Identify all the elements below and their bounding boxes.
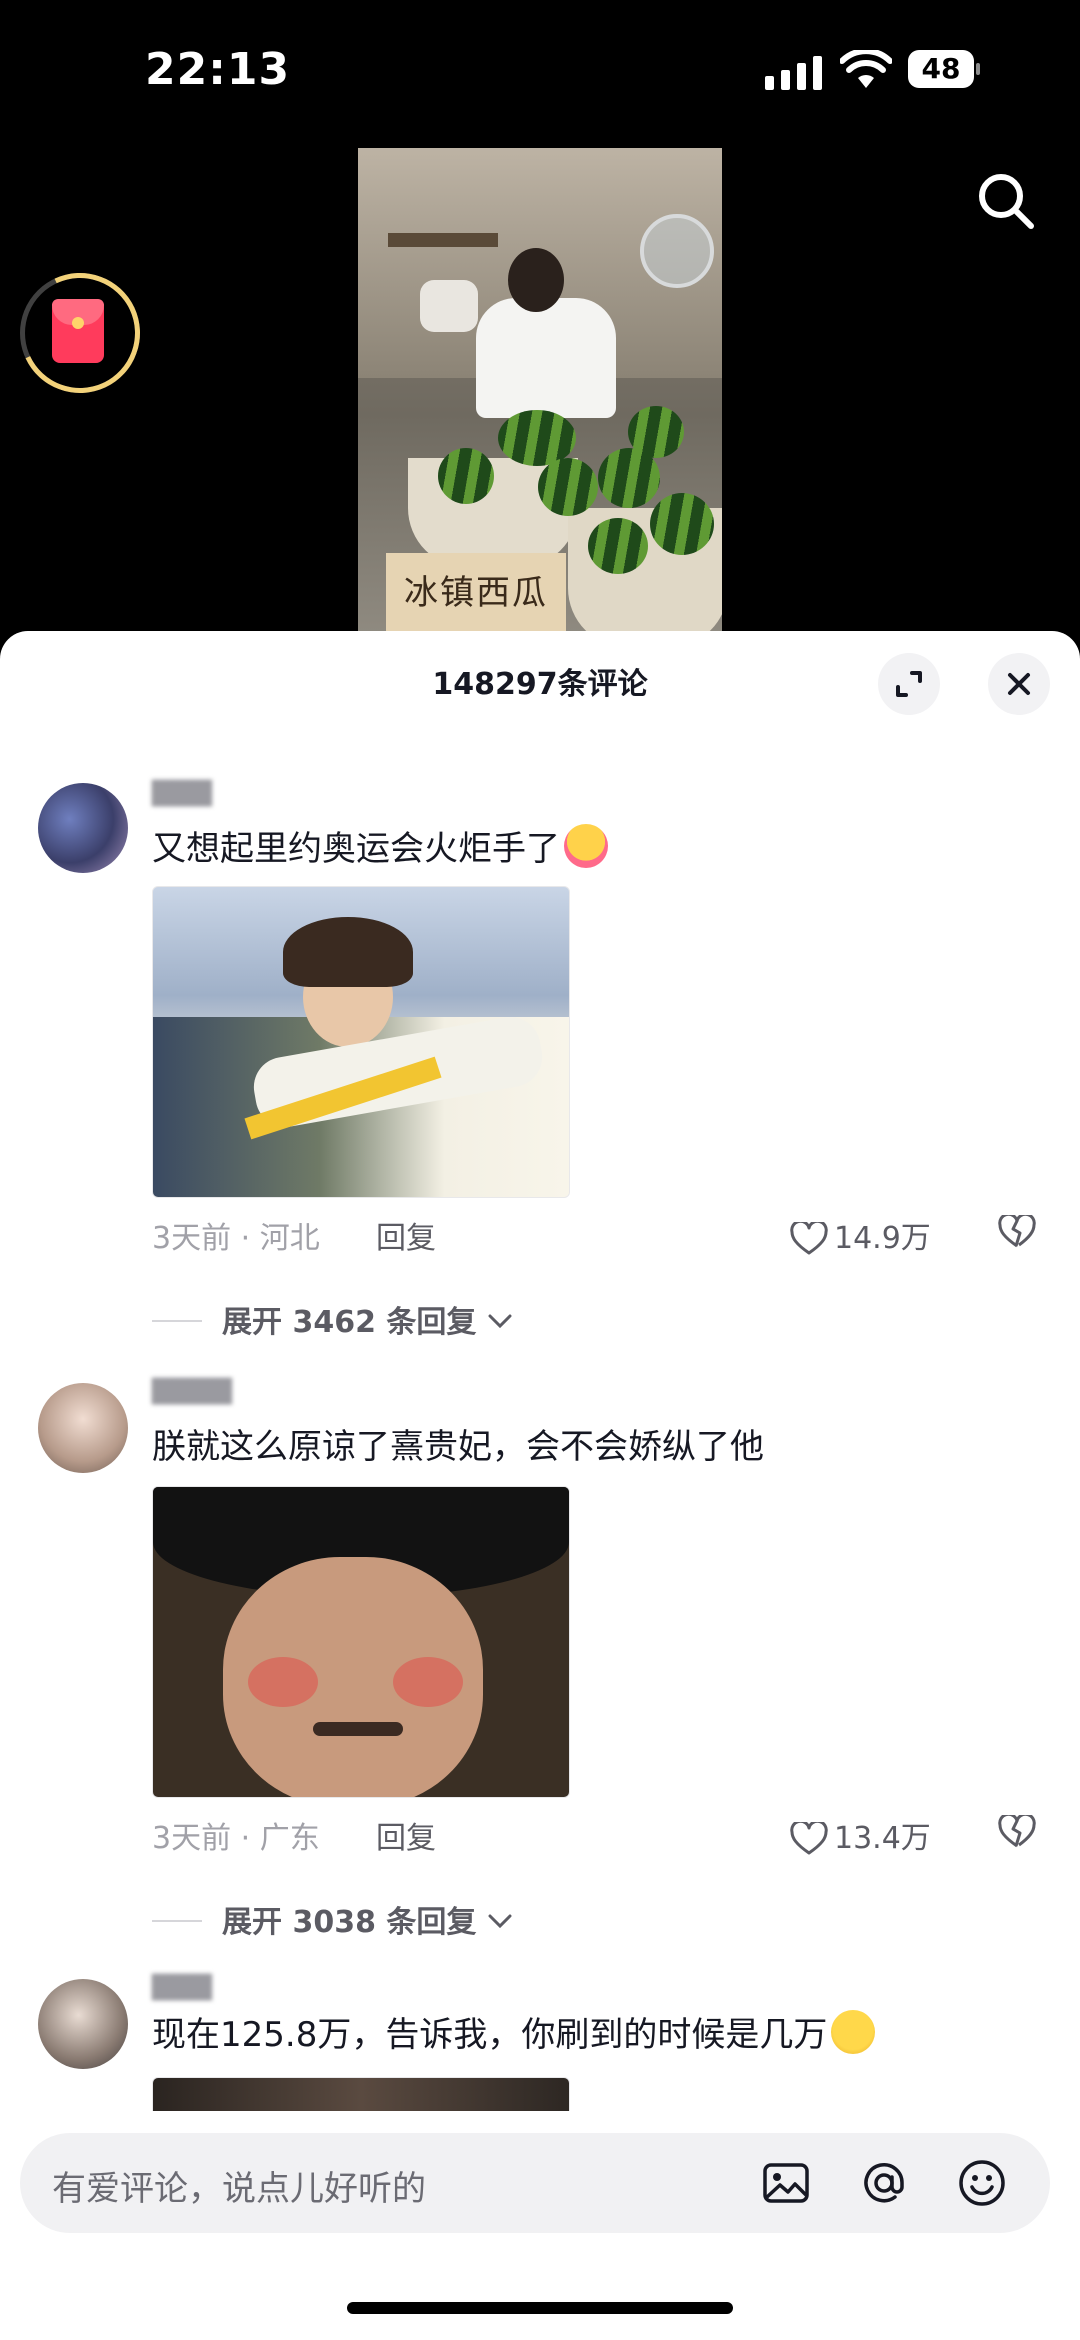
comment-image[interactable] <box>152 886 570 1198</box>
comment-text: 现在125.8万，告诉我，你刷到的时候是几万 <box>152 2007 876 2056</box>
expand-icon <box>896 671 922 697</box>
comment-input[interactable]: 有爱评论，说点儿好听的 <box>20 2133 1050 2233</box>
username-blurred[interactable]: ▇▇▇ <box>152 777 212 807</box>
expand-sheet-button[interactable] <box>878 653 940 715</box>
comment-image[interactable] <box>152 1486 570 1798</box>
rice-cooker-icon <box>420 280 478 332</box>
comment-text: 又想起里约奥运会火炬手了 <box>152 821 608 870</box>
chevron-down-icon <box>488 1314 512 1329</box>
avatar[interactable] <box>38 1979 128 2069</box>
expand-replies-button[interactable]: 展开 3462 条回复 <box>152 1297 513 1341</box>
cellular-signal-icon <box>765 56 823 90</box>
like-button[interactable]: 14.9万 <box>790 1213 931 1257</box>
comment-sheet: 148297条评论 ▇▇▇ 又想起里约奥运会火炬手了 3天前 · 河北 回复 1… <box>0 631 1080 2340</box>
close-icon <box>1008 673 1030 695</box>
status-bar: 22:13 48 <box>0 0 1080 140</box>
comment-meta: 3天前 · 广东 <box>152 1821 320 1856</box>
hugging-emoji-icon <box>564 824 608 868</box>
fan-icon <box>640 214 714 288</box>
comment-input-placeholder: 有爱评论，说点儿好听的 <box>52 2169 426 2209</box>
home-indicator[interactable] <box>347 2302 733 2314</box>
red-packet-button[interactable] <box>3 256 157 410</box>
like-count: 13.4万 <box>834 1821 931 1856</box>
comment-text-content: 又想起里约奥运会火炬手了 <box>152 829 560 869</box>
comment-text: 朕就这么原谅了熹贵妃，会不会娇纵了他 <box>152 1427 764 1467</box>
image-icon[interactable] <box>760 2157 812 2209</box>
close-sheet-button[interactable] <box>988 653 1050 715</box>
video-sign-text: 冰镇西瓜 <box>386 553 566 633</box>
username-blurred[interactable]: ▇▇▇▇ <box>152 1375 232 1405</box>
like-count: 14.9万 <box>834 1221 931 1256</box>
avatar[interactable] <box>38 783 128 873</box>
like-button[interactable]: 13.4万 <box>790 1813 931 1857</box>
expand-replies-label: 展开 3038 条回复 <box>222 1905 477 1940</box>
battery-level: 48 <box>908 50 974 88</box>
red-envelope-icon <box>52 299 104 363</box>
status-time: 22:13 <box>145 44 291 95</box>
heart-icon <box>790 1219 828 1255</box>
comment-item: ▇▇▇ 又想起里约奥运会火炬手了 3天前 · 河北 回复 14.9万 <box>0 777 1080 1256</box>
reply-button[interactable]: 回复 <box>376 1213 436 1257</box>
emoji-icon[interactable] <box>956 2157 1008 2209</box>
search-icon[interactable] <box>975 170 1037 232</box>
battery-icon: 48 <box>908 50 980 90</box>
comment-text-content: 现在125.8万，告诉我，你刷到的时候是几万 <box>152 2015 828 2055</box>
reply-button[interactable]: 回复 <box>376 1813 436 1857</box>
expand-replies-button[interactable]: 展开 3038 条回复 <box>152 1897 513 1941</box>
video-thumbnail[interactable]: 冰镇西瓜 <box>358 148 722 633</box>
grinning-emoji-icon <box>831 2010 876 2054</box>
comment-item: ▇▇▇▇ 朕就这么原谅了熹贵妃，会不会娇纵了他 3天前 · 广东 回复 13.4… <box>0 1375 1080 1856</box>
dislike-broken-heart-icon[interactable] <box>998 1215 1036 1249</box>
dislike-broken-heart-icon[interactable] <box>998 1815 1036 1849</box>
wifi-icon <box>840 50 892 88</box>
comment-meta: 3天前 · 河北 <box>152 1221 320 1256</box>
username-blurred[interactable]: ▇▇▇ <box>152 1971 212 2001</box>
avatar[interactable] <box>38 1383 128 1473</box>
heart-icon <box>790 1819 828 1855</box>
at-mention-icon[interactable] <box>858 2157 910 2209</box>
expand-replies-label: 展开 3462 条回复 <box>222 1305 477 1340</box>
chevron-down-icon <box>488 1914 512 1929</box>
